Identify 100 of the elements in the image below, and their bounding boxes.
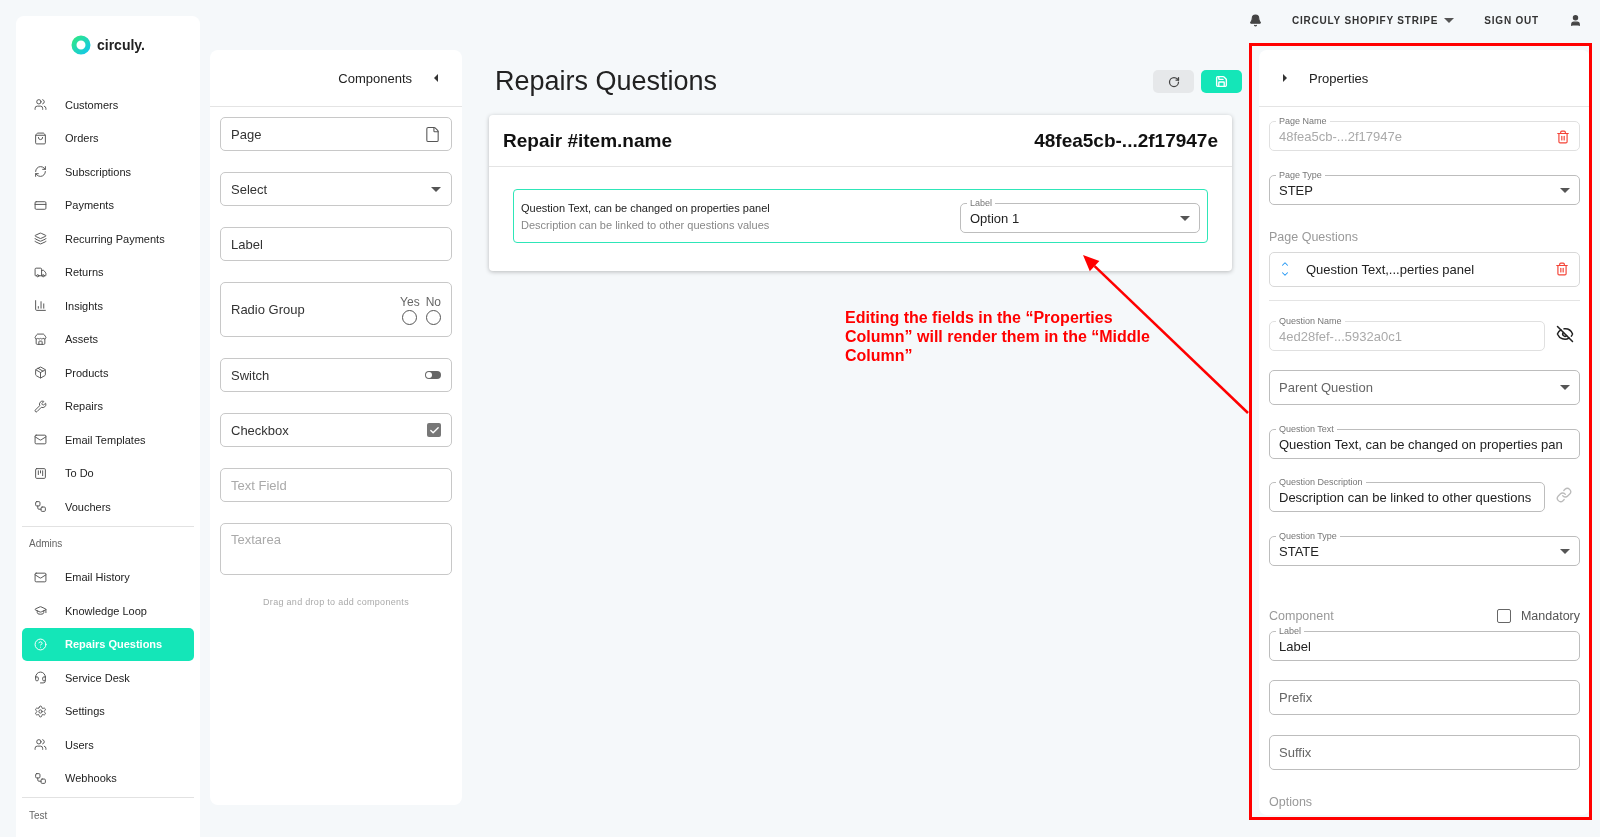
question-description: Description can be linked to other questions values: [521, 218, 770, 231]
wrench-icon: [34, 399, 47, 413]
nav-item[interactable]: To Do: [22, 456, 194, 490]
question-title: Question Text,...perties panel: [1306, 261, 1476, 277]
select-field[interactable]: Label Option 1: [960, 199, 1200, 233]
section-label: Component: [1269, 609, 1334, 623]
truck-icon: [34, 265, 47, 279]
palette-item[interactable]: Checkbox: [220, 413, 452, 447]
graduation-cap-icon: [34, 604, 47, 618]
bag-icon: [34, 131, 47, 145]
board-icon: [34, 466, 47, 480]
question-icon: [34, 637, 47, 651]
nav-label: Orders: [65, 132, 99, 145]
account-menu[interactable]: CIRCULY SHOPIFY STRIPE: [1291, 14, 1455, 26]
page-title: Repairs Questions: [495, 66, 718, 97]
nav-label: Recurring Payments: [65, 232, 165, 245]
nav-item[interactable]: Assets: [22, 322, 194, 356]
nav-item[interactable]: Returns: [22, 255, 194, 289]
nav-item[interactable]: Users: [22, 728, 194, 762]
people-icon: [34, 738, 47, 752]
nav-item[interactable]: Vouchers: [22, 490, 194, 524]
stack-icon: [34, 232, 47, 246]
bar-chart-icon: [34, 299, 47, 313]
caret-icon: [1560, 548, 1570, 554]
delete-icon[interactable]: [1555, 262, 1569, 276]
nav-item[interactable]: Products: [22, 356, 194, 390]
nav-item[interactable]: Insights: [22, 289, 194, 323]
text-field[interactable]: Question Text Question Text, can be changed on properties pan: [1269, 424, 1580, 459]
text-field[interactable]: Question Description Description can be linked to other questions: [1269, 478, 1545, 512]
nav-item[interactable]: Customers: [22, 88, 194, 122]
logo-ring-icon: [71, 35, 91, 55]
nav-section-heading: Test: [28, 808, 49, 823]
collapse-icon[interactable]: [434, 74, 438, 82]
nav-label: Repairs Questions: [65, 638, 163, 651]
palette-item-label: Switch: [231, 367, 270, 383]
nav-label: Insights: [65, 299, 103, 312]
panel-title: Components: [338, 70, 412, 86]
palette-item-label: Radio Group: [231, 302, 305, 317]
headset-icon: [34, 671, 47, 685]
text-field[interactable]: Suffix: [1269, 734, 1580, 770]
caret-icon: [431, 186, 441, 192]
page-icon: [424, 125, 441, 143]
palette-item[interactable]: Page: [220, 117, 452, 151]
nav-item[interactable]: Webhooks: [22, 761, 194, 795]
select-field[interactable]: Page Type STEP: [1269, 170, 1580, 205]
cycle-icon: [34, 165, 47, 179]
caret-icon: [1560, 385, 1570, 390]
sign-out-link[interactable]: SIGN OUT: [1484, 14, 1539, 26]
nav-item[interactable]: Payments: [22, 188, 194, 222]
expand-icon[interactable]: [1283, 74, 1287, 82]
checkbox[interactable]: [1496, 609, 1511, 623]
nav-label: Subscriptions: [65, 165, 132, 178]
card-icon: [34, 198, 47, 212]
section-label: Options: [1269, 795, 1314, 809]
radio-label: Yes: [400, 294, 420, 309]
nav-label: Customers: [65, 98, 119, 111]
question-list-item[interactable]: Question Text,...perties panel: [1269, 251, 1580, 287]
nav-item[interactable]: Knowledge Loop: [22, 594, 194, 628]
caret-icon: [1444, 17, 1455, 23]
card-id: 48fea5cb-...2f17947e: [1034, 129, 1218, 152]
nav-item[interactable]: Service Desk: [22, 661, 194, 695]
hidden-icon[interactable]: [1556, 324, 1574, 343]
checkbox-label: Mandatory: [1520, 609, 1580, 623]
nav-label: Repairs: [65, 400, 103, 413]
select-field[interactable]: Parent Question: [1269, 370, 1580, 405]
nav-label: Vouchers: [65, 500, 111, 513]
logo-text: circuly.: [97, 37, 145, 53]
text-field[interactable]: Label Label: [1269, 626, 1580, 661]
nav-label: Settings: [65, 705, 105, 718]
text-field[interactable]: Prefix: [1269, 680, 1580, 715]
nav-item[interactable]: Subscriptions: [22, 155, 194, 189]
section-label: Page Questions: [1269, 230, 1359, 244]
settings-icon: [34, 704, 47, 718]
palette-item[interactable]: Radio Group Yes No: [220, 282, 452, 337]
nav-label: Assets: [65, 333, 98, 346]
palette-item[interactable]: Label: [220, 227, 452, 261]
nav-item[interactable]: Repairs: [22, 389, 194, 423]
select-field[interactable]: Question Type STATE: [1269, 531, 1580, 566]
nav-label: Email History: [65, 571, 130, 584]
nav-item[interactable]: Settings: [22, 694, 194, 728]
palette-item[interactable]: Switch: [220, 358, 452, 392]
envelope-icon: [34, 433, 47, 447]
nav-label: Service Desk: [65, 671, 130, 684]
refresh-button[interactable]: [1153, 70, 1194, 93]
user-icon[interactable]: [1569, 13, 1582, 27]
network-icon: [34, 500, 47, 514]
nav-label: Payments: [65, 199, 114, 212]
palette-item[interactable]: Select: [220, 172, 452, 206]
bell-icon[interactable]: [1248, 13, 1262, 27]
nav-item[interactable]: Email History: [22, 560, 194, 594]
envelope-icon: [34, 570, 47, 584]
nav-item[interactable]: Recurring Payments: [22, 222, 194, 256]
nav-item[interactable]: Email Templates: [22, 423, 194, 457]
nav-label: Knowledge Loop: [65, 604, 147, 617]
nav-item[interactable]: Orders: [22, 121, 194, 155]
question-text: Question Text, can be changed on properties panel: [521, 201, 770, 214]
question-row[interactable]: Question Text, can be changed on properties panel Description can be linked to other questions values Label Option 1: [513, 189, 1208, 243]
store-icon: [34, 332, 47, 346]
panel-title: Properties: [1309, 70, 1369, 86]
nav-label: Products: [65, 366, 109, 379]
